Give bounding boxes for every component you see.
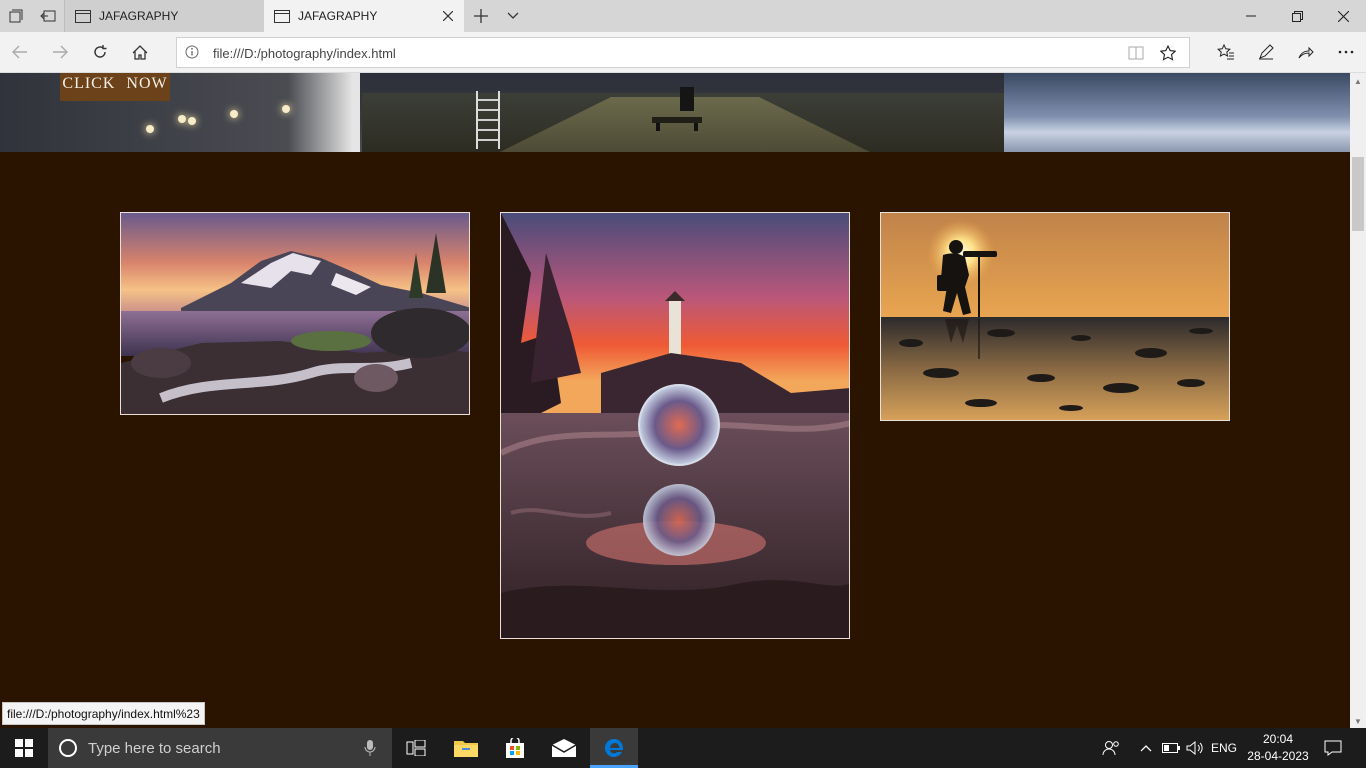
notes-pen-icon[interactable] xyxy=(1250,36,1282,68)
mail-icon[interactable] xyxy=(540,728,588,768)
navigation-bar: file:///D:/photography/index.html xyxy=(0,32,1366,73)
gallery-photo-crystal-ball[interactable] xyxy=(500,212,850,639)
language-indicator[interactable]: ENG xyxy=(1208,728,1240,768)
info-icon[interactable] xyxy=(185,45,201,61)
scroll-down-icon[interactable]: ▼ xyxy=(1354,717,1362,726)
photographer-silhouette-photo-icon xyxy=(881,213,1229,420)
web-page: CLICK NOW xyxy=(0,73,1350,728)
task-view-icon[interactable] xyxy=(392,728,440,768)
action-center-icon[interactable] xyxy=(1318,728,1348,768)
reading-view-icon[interactable] xyxy=(1127,44,1145,62)
microsoft-store-icon[interactable] xyxy=(491,728,539,768)
taskbar-search-box[interactable]: Type here to search xyxy=(48,728,392,768)
page-icon xyxy=(75,9,91,23)
lighthouse-crystal-ball-photo-icon xyxy=(501,213,849,638)
clock-time: 20:04 xyxy=(1262,732,1294,746)
gallery-photo-mountain-lake[interactable] xyxy=(120,212,470,415)
tab-jafagraphy-2[interactable]: JAFAGRAPHY xyxy=(264,0,464,32)
tab-title: JAFAGRAPHY xyxy=(298,9,378,23)
mountain-lake-photo-icon xyxy=(121,213,469,414)
tab-bar: JAFAGRAPHY JAFAGRAPHY xyxy=(0,0,1366,32)
share-icon[interactable] xyxy=(1290,36,1322,68)
click-now-button[interactable]: CLICK NOW xyxy=(60,73,170,101)
tab-title: JAFAGRAPHY xyxy=(99,9,179,23)
battery-icon[interactable] xyxy=(1160,728,1182,768)
system-clock[interactable]: 20:04 28-04-2023 xyxy=(1240,731,1316,765)
chevron-down-icon[interactable] xyxy=(498,0,528,32)
close-tab-icon[interactable] xyxy=(440,8,456,24)
close-window-button[interactable] xyxy=(1320,0,1366,32)
new-tab-button[interactable] xyxy=(464,0,498,32)
clock-date: 28-04-2023 xyxy=(1247,749,1309,763)
gallery-photo-photographer[interactable] xyxy=(880,212,1230,421)
hero-banner-image xyxy=(0,73,1350,152)
favorite-star-icon[interactable] xyxy=(1159,44,1177,62)
url-text: file:///D:/photography/index.html xyxy=(213,46,396,61)
favorites-hub-icon[interactable] xyxy=(1210,36,1242,68)
home-icon[interactable] xyxy=(124,36,156,68)
more-options-icon[interactable] xyxy=(1330,36,1362,68)
windows-taskbar: Type here to search ENG 20:04 28-04-2023 xyxy=(0,728,1366,768)
volume-icon[interactable] xyxy=(1184,728,1206,768)
tab-jafagraphy-1[interactable]: JAFAGRAPHY xyxy=(64,0,264,32)
edge-browser-icon[interactable] xyxy=(590,728,638,768)
forward-arrow-icon[interactable] xyxy=(44,36,76,68)
address-bar[interactable]: file:///D:/photography/index.html xyxy=(176,37,1190,68)
tab-sets-icon[interactable] xyxy=(0,0,32,32)
refresh-icon[interactable] xyxy=(84,36,116,68)
scroll-up-icon[interactable]: ▲ xyxy=(1354,77,1362,86)
back-arrow-icon[interactable] xyxy=(4,36,36,68)
link-status-tooltip: file:///D:/photography/index.html%23 xyxy=(2,702,205,725)
windows-start-icon[interactable] xyxy=(0,728,48,768)
page-scrollbar[interactable]: ▲ ▼ xyxy=(1350,73,1366,728)
microphone-icon[interactable] xyxy=(364,740,376,761)
page-icon xyxy=(274,9,290,23)
set-aside-tabs-icon[interactable] xyxy=(32,0,64,32)
scrollbar-thumb[interactable] xyxy=(1352,157,1364,231)
minimize-button[interactable] xyxy=(1228,0,1274,32)
people-icon[interactable] xyxy=(1098,728,1124,768)
restore-button[interactable] xyxy=(1274,0,1320,32)
search-placeholder: Type here to search xyxy=(88,740,221,757)
show-hidden-icons-chevron-icon[interactable] xyxy=(1136,728,1156,768)
cortana-circle-icon xyxy=(58,738,78,763)
file-explorer-icon[interactable] xyxy=(442,728,490,768)
